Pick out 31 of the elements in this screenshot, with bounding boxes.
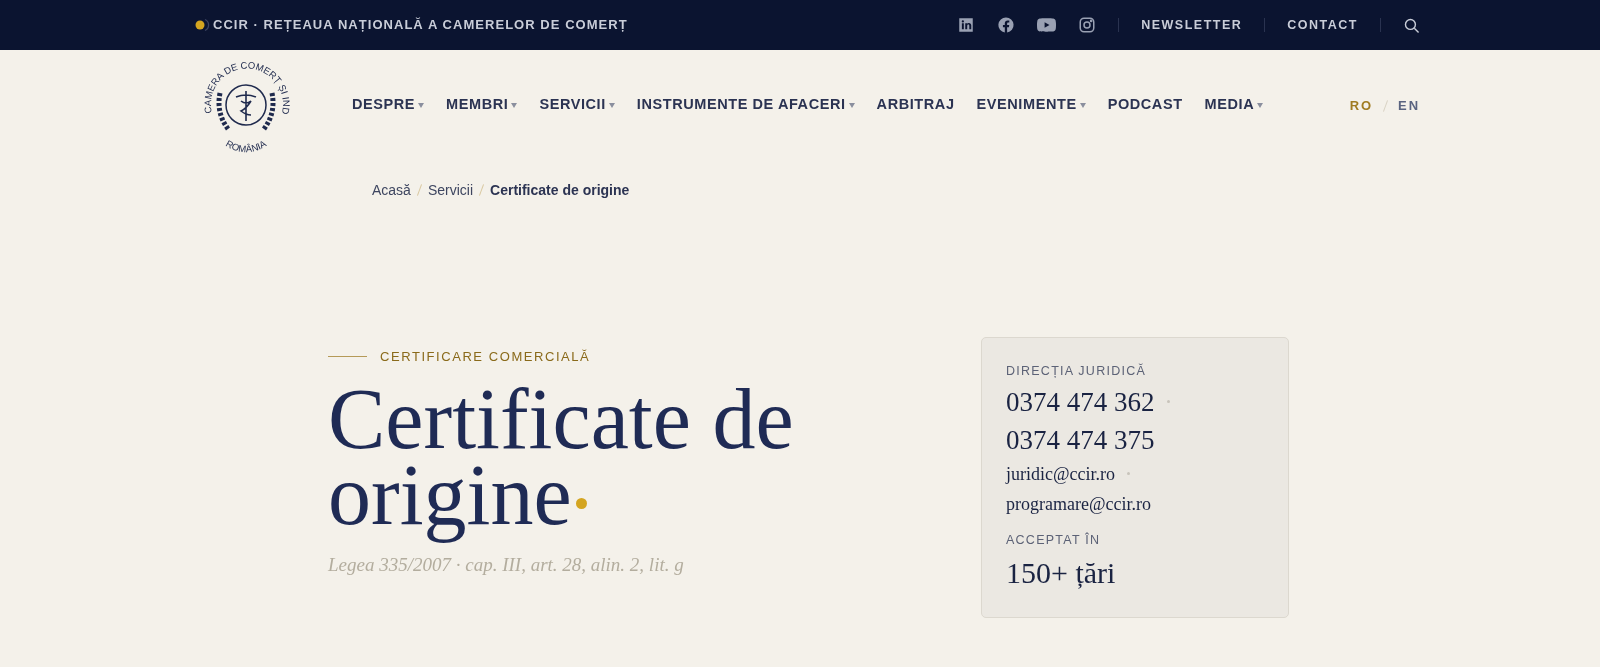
- top-link[interactable]: NEWSLETTER: [1141, 15, 1243, 35]
- accepted-countries: 150+ țări: [1006, 554, 1117, 591]
- breadcrumb-link[interactable]: Servicii: [427, 179, 474, 201]
- language-link[interactable]: EN: [1398, 96, 1420, 116]
- card-label: ACCEPTAT ÎN: [1006, 531, 1102, 549]
- card-label: DIRECȚIA JURIDICĂ: [1006, 362, 1147, 380]
- nav-item[interactable]: MEMBRI: [446, 94, 518, 116]
- nav-item[interactable]: EVENIMENTE: [976, 94, 1086, 116]
- top-link[interactable]: CONTACT: [1287, 15, 1358, 35]
- nav-item[interactable]: ARBITRAJ: [876, 94, 955, 116]
- tagline: CCIR · REȚEAUA NAȚIONALĂ A CAMERELOR DE COMERȚ: [213, 16, 628, 35]
- email-link[interactable]: juridic@ccir.ro: [1006, 460, 1116, 487]
- nav-item[interactable]: DESPRE: [352, 94, 425, 116]
- sun-icon: [194, 18, 210, 32]
- phone-link[interactable]: 0374 474 362: [1006, 384, 1155, 419]
- linkedin-icon[interactable]: [957, 16, 976, 34]
- facebook-icon[interactable]: [997, 16, 1016, 34]
- nav-item[interactable]: SERVICII: [539, 94, 615, 116]
- breadcrumb-current: Certificate de origine: [490, 180, 630, 200]
- nav-item[interactable]: MEDIA: [1204, 94, 1264, 116]
- legal-reference: Legea 335/2007 · cap. III, art. 28, alin. 2, lit. g: [328, 552, 685, 577]
- page-title: Certificate de origine: [328, 376, 795, 545]
- eyebrow-label: CERTIFICARE COMERCIALĂ: [380, 348, 591, 366]
- instagram-icon[interactable]: [1078, 16, 1097, 34]
- nav-item[interactable]: PODCAST: [1107, 94, 1183, 116]
- nav-item[interactable]: INSTRUMENTE DE AFACERI: [636, 94, 855, 116]
- youtube-icon[interactable]: [1037, 18, 1057, 32]
- breadcrumb-link[interactable]: Acasă: [372, 179, 411, 201]
- phone-link[interactable]: 0374 474 375: [1006, 422, 1155, 457]
- email-link[interactable]: programare@ccir.ro: [1006, 490, 1151, 517]
- search-icon[interactable]: [1403, 16, 1420, 34]
